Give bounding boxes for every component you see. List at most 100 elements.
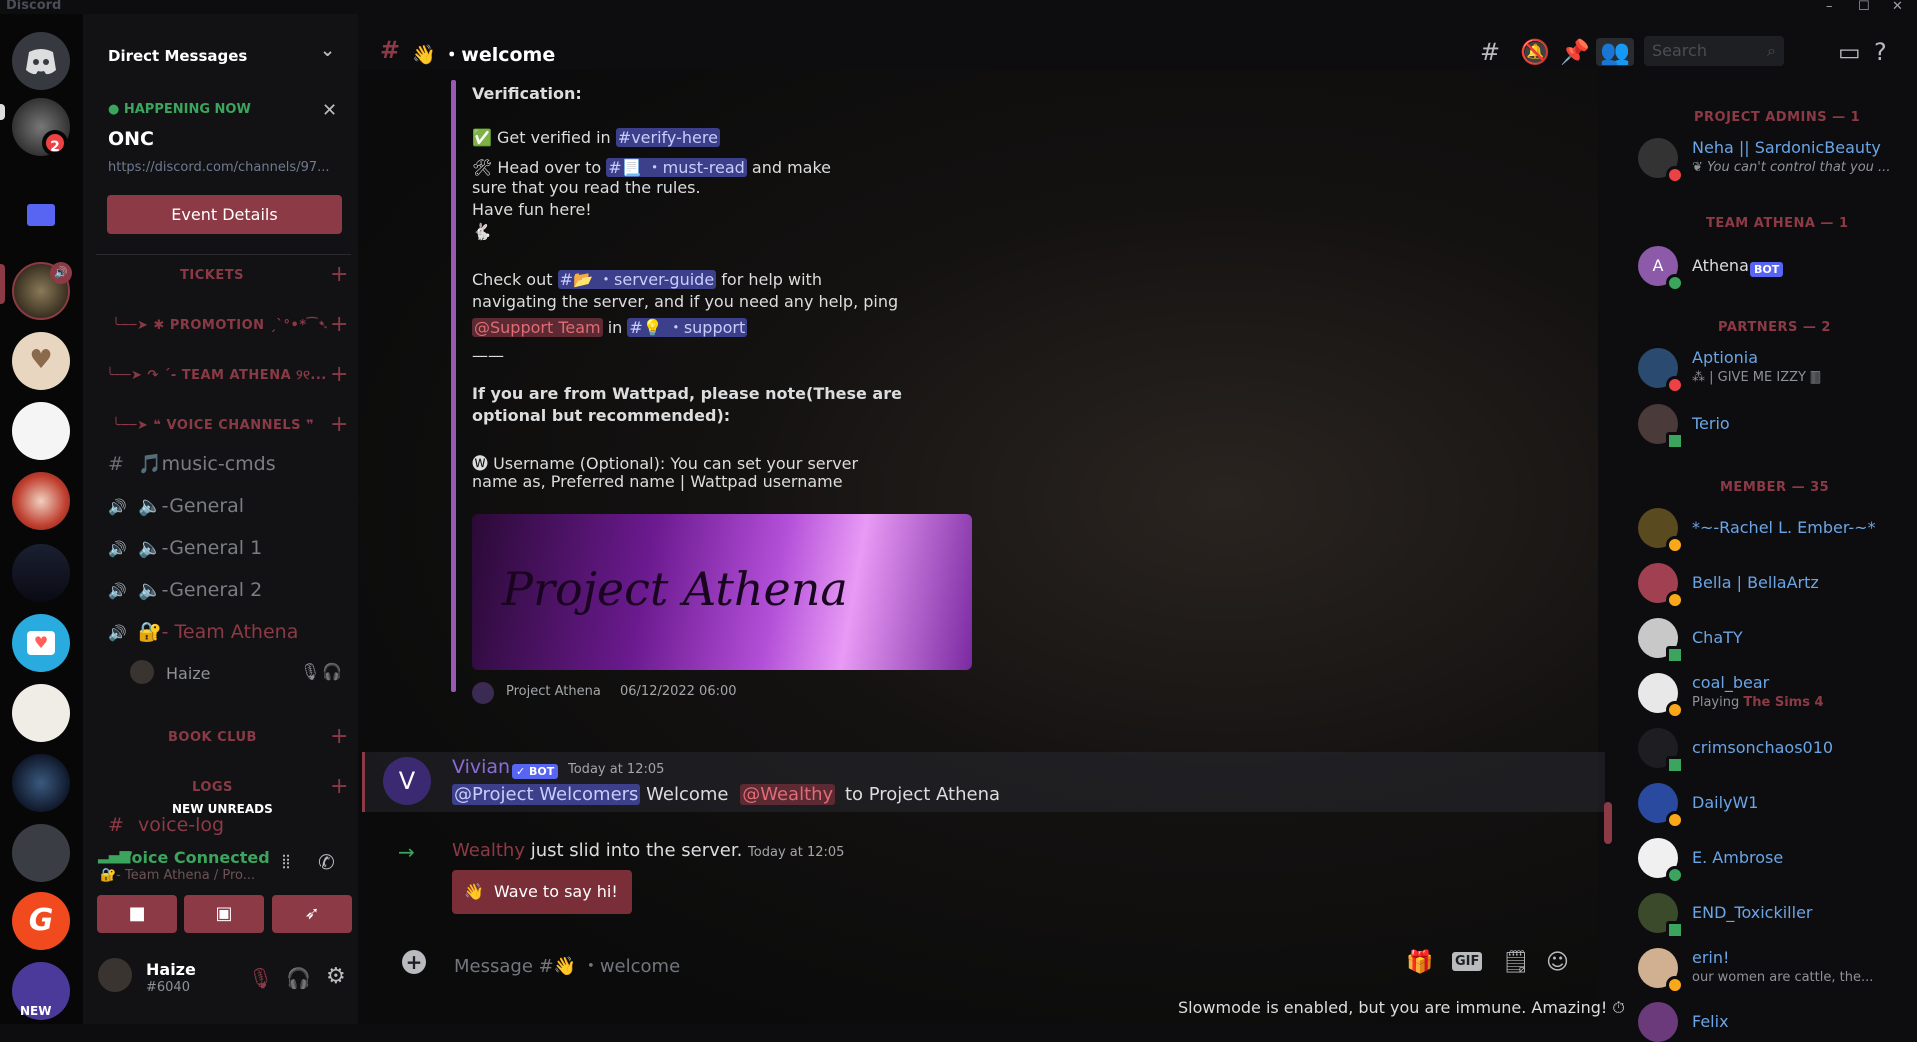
server-icon-cat[interactable] — [12, 402, 70, 460]
wave-button-label: Wave to say hi! — [493, 882, 618, 901]
server-icon-heart[interactable]: ♥ — [12, 332, 70, 390]
pin-icon[interactable]: 📌 — [1560, 38, 1590, 66]
speaker-icon: 🔊 — [108, 582, 127, 600]
voice-location[interactable]: 🔐- Team Athena / Pro... — [100, 868, 255, 883]
gift-icon[interactable]: 🎁 — [1406, 950, 1433, 975]
headphones-muted-icon[interactable]: 🎧 — [286, 966, 311, 990]
member-item[interactable]: A Athena BOT — [1638, 246, 1784, 292]
home-button[interactable] — [12, 32, 70, 90]
close-window-button[interactable]: ✕ — [1892, 0, 1903, 14]
dm-header[interactable]: Direct Messages ⌄ — [98, 36, 348, 70]
server-icon-g[interactable]: G — [12, 892, 70, 950]
folder-icon[interactable] — [27, 204, 55, 226]
channel-general-1[interactable]: 🔊 🔈-General 1 — [108, 536, 262, 559]
notification-bell-muted-icon[interactable]: 🔕 — [1520, 38, 1550, 66]
wave-button[interactable]: 👋 Wave to say hi! — [452, 870, 632, 914]
member-item[interactable]: Aptionia ⁂ | GIVE ME IZZY 🀫 — [1638, 348, 1820, 394]
member-item[interactable]: Neha || SardonicBeauty ❦ You can't contr… — [1638, 138, 1890, 184]
member-item[interactable]: END_Toxickiller — [1638, 893, 1812, 939]
role-mention[interactable]: @Project Welcomers — [452, 784, 641, 805]
message-author[interactable]: Vivian — [452, 756, 510, 778]
server-icon-dark[interactable] — [12, 544, 70, 602]
gif-icon[interactable]: GIF — [1452, 952, 1483, 971]
channel-general-2[interactable]: 🔊 🔈-General 2 — [108, 578, 262, 601]
member-name: Bella | BellaArtz — [1692, 573, 1819, 592]
inbox-icon[interactable]: ▭ — [1838, 38, 1861, 66]
disconnect-icon[interactable]: ✆ — [318, 850, 335, 874]
add-channel-icon[interactable]: + — [330, 312, 348, 337]
member-name: Aptionia — [1692, 348, 1758, 367]
voice-member-name[interactable]: Haize — [166, 664, 211, 683]
member-item[interactable]: erin! our women are cattle, the... — [1638, 948, 1873, 994]
channel-team-athena[interactable]: 🔊 🔐- Team Athena — [108, 620, 298, 643]
minimize-button[interactable]: – — [1826, 0, 1833, 14]
member-item[interactable]: DailyW1 — [1638, 783, 1758, 829]
channel-title: 👋 ・welcome — [412, 44, 556, 66]
gear-icon[interactable]: ⚙ — [326, 964, 346, 989]
voice-status: Voice Connected — [120, 848, 270, 867]
event-link[interactable]: https://discord.com/channels/97... — [108, 160, 330, 175]
chevron-down-icon[interactable]: ⌄ — [320, 40, 335, 61]
channel-mention[interactable]: #💡 ・support — [627, 318, 748, 337]
add-channel-icon[interactable]: + — [330, 362, 348, 387]
maximize-button[interactable]: ☐ — [1858, 0, 1870, 14]
channel-label: 🎵music-cmds — [138, 453, 276, 475]
server-icon-kofi[interactable]: ♥ — [12, 614, 70, 672]
app-brand: Discord — [6, 0, 62, 13]
emoji-icon[interactable]: ☺ — [1546, 950, 1569, 975]
server-icon-coffee[interactable] — [12, 684, 70, 742]
mic-muted-icon[interactable]: 🎙 — [248, 966, 273, 990]
dnd-status-icon — [1666, 166, 1684, 184]
avatar[interactable]: V — [383, 757, 431, 805]
embed-line: 🐇 — [472, 222, 492, 241]
add-attachment-icon[interactable]: + — [402, 950, 426, 974]
role-mention[interactable]: @Support Team — [472, 318, 603, 337]
embed-line: sure that you read the rules. — [472, 178, 701, 197]
screen-share-button[interactable]: ▣ — [184, 895, 264, 933]
noise-suppression-icon[interactable]: ⦙⦙ — [282, 852, 290, 873]
channel-music-cmds[interactable]: # 🎵music-cmds — [108, 452, 276, 475]
search-input[interactable]: Search ⌕ — [1644, 36, 1784, 66]
member-item[interactable]: E. Ambrose — [1638, 838, 1783, 884]
channel-general[interactable]: 🔊 🔈-General — [108, 494, 244, 517]
event-details-button[interactable]: Event Details — [107, 195, 342, 234]
server-icon-robot[interactable] — [12, 824, 70, 882]
category-logs[interactable]: LOGS — [192, 780, 233, 795]
join-username[interactable]: Wealthy — [452, 840, 525, 861]
channel-voice-log[interactable]: # voice-log — [108, 814, 224, 836]
sticker-icon[interactable]: 🗒 — [1502, 950, 1530, 975]
category-team-athena[interactable]: ╰──➤ ↷ ˊ- TEAM ATHENA ୨୧... — [106, 368, 327, 383]
activity-game: The Sims 4 — [1743, 695, 1824, 710]
channel-mention[interactable]: #verify-here — [615, 128, 720, 147]
category-book-club[interactable]: BOOK CLUB — [168, 730, 257, 745]
avatar[interactable] — [98, 958, 132, 992]
close-icon[interactable]: ✕ — [322, 100, 337, 121]
member-item[interactable]: coal_bear Playing The Sims 4 — [1638, 673, 1824, 719]
member-item[interactable]: Bella | BellaArtz — [1638, 563, 1819, 609]
user-mention[interactable]: @Wealthy — [740, 784, 836, 805]
member-item[interactable]: crimsonchaos010 — [1638, 728, 1833, 774]
category-voice-channels[interactable]: ╰──➤ ❝ VOICE CHANNELS ❞ — [112, 418, 314, 433]
new-label: NEW — [20, 1004, 52, 1018]
server-icon-warrior[interactable] — [12, 754, 70, 812]
add-channel-icon[interactable]: + — [330, 724, 348, 749]
server-icon-portrait[interactable] — [12, 472, 70, 530]
member-item[interactable]: *~-Rachel L. Ember-~* — [1638, 508, 1876, 554]
help-icon[interactable]: ? — [1874, 38, 1887, 66]
member-item[interactable]: ChaTY — [1638, 618, 1743, 664]
add-channel-icon[interactable]: + — [330, 412, 348, 437]
member-list: PROJECT ADMINS — 1 Neha || SardonicBeaut… — [1598, 70, 1917, 1042]
member-item[interactable]: Felix — [1638, 1002, 1729, 1042]
member-list-icon[interactable]: 👥 — [1596, 38, 1634, 66]
member-item[interactable]: Terio — [1638, 404, 1730, 450]
activity-button[interactable]: ➶ — [272, 895, 352, 933]
threads-icon[interactable]: # — [1480, 38, 1500, 66]
channel-mention[interactable]: #📂 ・server-guide — [557, 270, 717, 289]
video-button[interactable]: ■ — [97, 895, 177, 933]
add-channel-icon[interactable]: + — [330, 774, 348, 799]
channel-mention[interactable]: #📃 ・must-read — [606, 158, 747, 177]
category-promotion[interactable]: ╰──➤ ✱ PROMOTION ˏˋ°•*⁀➷ — [112, 318, 329, 333]
category-tickets[interactable]: TICKETS — [180, 268, 244, 283]
add-channel-icon[interactable]: + — [330, 262, 348, 287]
embed-banner-image[interactable]: Project Athena — [472, 514, 972, 670]
